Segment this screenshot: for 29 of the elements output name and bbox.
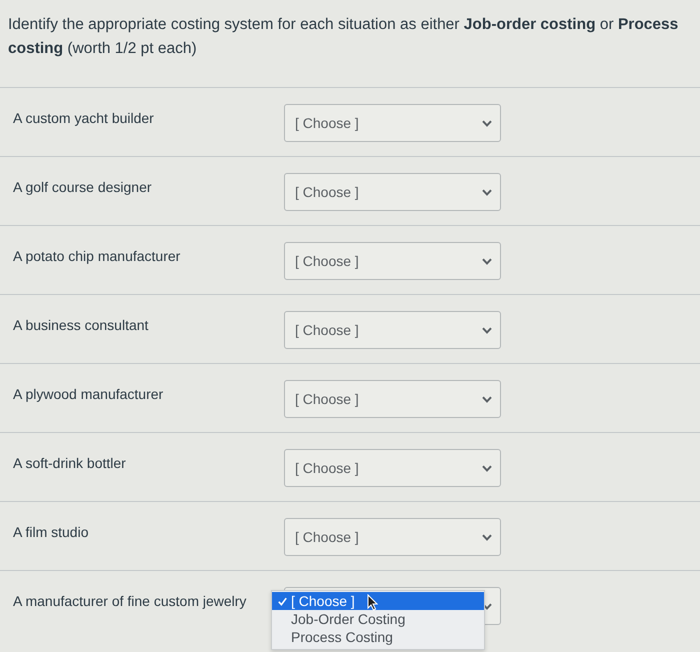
- situation-label: A custom yacht builder: [13, 109, 154, 128]
- chevron-down-icon: [482, 602, 492, 610]
- dropdown-option[interactable]: Job-Order Costing: [272, 610, 484, 628]
- answer-dropdown[interactable]: [ Choose ]: [284, 518, 501, 556]
- chevron-down-icon: [482, 396, 492, 402]
- chevron-down-icon: [482, 326, 492, 334]
- question-text: Identify the appropriate costing system for each situation as either Job-order costing or Process costing (worth 1/2 pt each): [8, 15, 680, 59]
- chevron-down-icon: [482, 120, 492, 126]
- chevron-down-icon: [482, 534, 492, 540]
- answer-dropdown[interactable]: [ Choose ]: [284, 242, 501, 280]
- chevron-down-icon: [482, 464, 492, 472]
- check-icon: [278, 596, 287, 606]
- answer-dropdown[interactable]: [ Choose ]: [284, 380, 501, 418]
- situation-label: A film studio: [13, 523, 88, 542]
- situation-label: A business consultant: [13, 316, 148, 335]
- dropdown-option[interactable]: Process Costing: [272, 628, 484, 646]
- chevron-down-icon: [482, 258, 492, 264]
- situation-label: A manufacturer of fine custom jewelry: [13, 592, 246, 611]
- answer-dropdown[interactable]: [ Choose ]: [284, 173, 501, 211]
- answer-dropdown[interactable]: [ Choose ]: [284, 449, 501, 487]
- answer-dropdown[interactable]: [ Choose ]: [284, 104, 501, 142]
- answer-dropdown[interactable]: [ Choose ]: [284, 311, 501, 349]
- situation-label: A soft-drink bottler: [13, 454, 126, 473]
- situation-label: A potato chip manufacturer: [13, 247, 180, 266]
- dropdown-option[interactable]: [ Choose ]: [272, 592, 484, 610]
- situation-label: A golf course designer: [13, 178, 152, 197]
- situation-label: A plywood manufacturer: [13, 385, 164, 404]
- mouse-pointer-icon: [367, 594, 378, 611]
- chevron-down-icon: [482, 188, 492, 196]
